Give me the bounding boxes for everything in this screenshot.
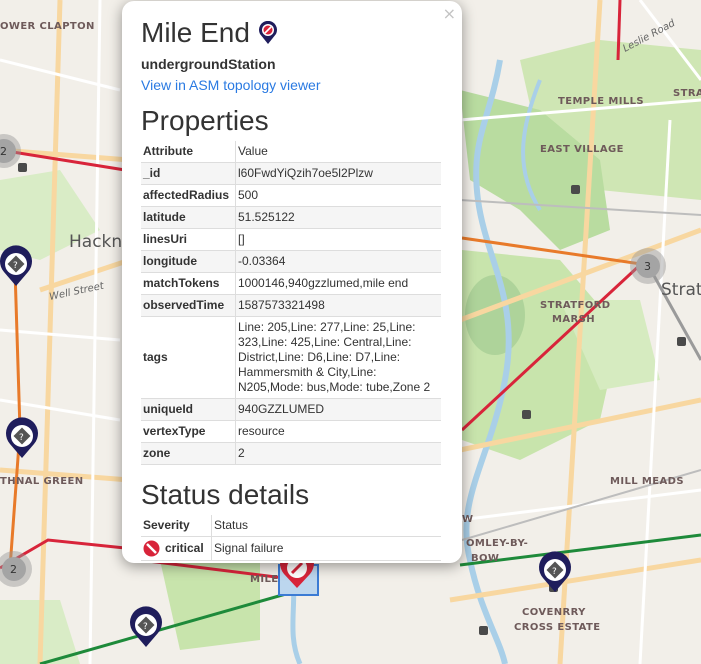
- table-row: observedTime 1587573321498: [141, 294, 441, 317]
- table-row: longitude -0.03364: [141, 250, 441, 273]
- property-value: l60FwdYiQzih7oe5l2Plzw: [235, 162, 441, 185]
- popup-title: Mile End: [141, 17, 250, 48]
- table-row: zone 2: [141, 442, 441, 465]
- label-hackney: Hackn: [69, 232, 122, 252]
- header-value: Value: [235, 141, 441, 163]
- table-row: latitude 51.525122: [141, 206, 441, 229]
- svg-text:?: ?: [13, 261, 18, 271]
- property-key: matchTokens: [141, 272, 236, 295]
- close-icon[interactable]: ×: [443, 4, 456, 23]
- property-key: uniqueId: [141, 398, 236, 421]
- property-value: -0.03364: [235, 250, 441, 273]
- station-popup: × Mile End undergroundStation View in AS…: [122, 1, 462, 563]
- property-value: 2: [235, 442, 441, 465]
- table-row: critical Signal failure: [141, 536, 441, 561]
- table-header-row: Severity Status: [141, 515, 441, 537]
- property-value: resource: [235, 420, 441, 443]
- cluster-marker-stratford[interactable]: 3: [630, 248, 666, 284]
- cluster-count: 2: [0, 145, 7, 158]
- critical-icon: [143, 540, 160, 557]
- header-attribute: Attribute: [141, 141, 236, 163]
- property-value: []: [235, 228, 441, 251]
- property-key: affectedRadius: [141, 184, 236, 207]
- table-row: affectedRadius 500: [141, 184, 441, 207]
- label-temple-mills: TEMPLE MILLS: [558, 96, 644, 107]
- property-key: zone: [141, 442, 236, 465]
- label-bromley-1: OMLEY-BY-: [466, 538, 528, 549]
- property-key: latitude: [141, 206, 236, 229]
- table-row: vertexType resource: [141, 420, 441, 443]
- property-key: tags: [141, 316, 236, 399]
- label-coventry-1: COVENRRY: [522, 607, 586, 618]
- property-value: Line: 205,Line: 277,Line: 25,Line: 323,L…: [235, 316, 441, 399]
- svg-text:?: ?: [19, 433, 24, 443]
- table-row: matchTokens 1000146,940gzzlumed,mile end: [141, 272, 441, 295]
- header-status: Status: [211, 515, 441, 537]
- property-key: vertexType: [141, 420, 236, 443]
- property-key: _id: [141, 162, 236, 185]
- table-row: _id l60FwdYiQzih7oe5l2Plzw: [141, 162, 441, 185]
- label-coventry-2: CROSS ESTATE: [514, 622, 600, 633]
- status-table: Severity Status critical Signal failure: [141, 515, 441, 561]
- critical-location-pin-icon: [258, 21, 277, 44]
- svg-text:?: ?: [552, 567, 557, 577]
- label-mill-meads: MILL MEADS: [610, 476, 684, 487]
- cluster-count: 2: [10, 563, 17, 576]
- severity-label: critical: [165, 541, 204, 555]
- cluster-count: 3: [644, 260, 651, 273]
- label-east-village: EAST VILLAGE: [540, 144, 624, 155]
- label-bromley-2: BOW: [471, 553, 499, 564]
- table-row: uniqueId 940GZZLUMED: [141, 398, 441, 421]
- properties-heading: Properties: [141, 105, 269, 136]
- entity-type: undergroundStation: [141, 56, 276, 72]
- table-header-row: Attribute Value: [141, 141, 441, 163]
- properties-table: Attribute Value _id l60FwdYiQzih7oe5l2Plz…: [141, 141, 441, 465]
- label-strat-top: STRAT: [673, 88, 701, 99]
- label-w-partial: W: [462, 514, 473, 525]
- label-lower-clapton: OWER CLAPTON: [0, 21, 95, 32]
- table-row: tags Line: 205,Line: 277,Line: 25,Line: 3…: [141, 316, 441, 399]
- svg-text:?: ?: [143, 622, 148, 632]
- table-row: linesUri[]: [141, 228, 441, 251]
- property-value: 500: [235, 184, 441, 207]
- property-value: 51.525122: [235, 206, 441, 229]
- label-stratford-marsh-2: MARSH: [552, 314, 595, 325]
- property-value: 1000146,940gzzlumed,mile end: [235, 272, 441, 295]
- property-value: 940GZZLUMED: [235, 398, 441, 421]
- property-key: longitude: [141, 250, 236, 273]
- property-value: 1587573321498: [235, 294, 441, 317]
- status-value: Signal failure: [211, 536, 441, 561]
- label-thnal-green: THNAL GREEN: [0, 476, 84, 487]
- severity-cell: critical: [141, 536, 212, 561]
- label-mile-partial: MILE: [250, 574, 278, 585]
- status-heading: Status details: [141, 479, 310, 510]
- property-key: observedTime: [141, 294, 236, 317]
- property-key: linesUri: [141, 228, 236, 251]
- label-stratford: Strat: [661, 280, 701, 300]
- header-severity: Severity: [141, 515, 212, 537]
- label-stratford-marsh-1: STRATFORD: [540, 300, 610, 311]
- view-topology-link[interactable]: View in ASM topology viewer: [141, 77, 443, 93]
